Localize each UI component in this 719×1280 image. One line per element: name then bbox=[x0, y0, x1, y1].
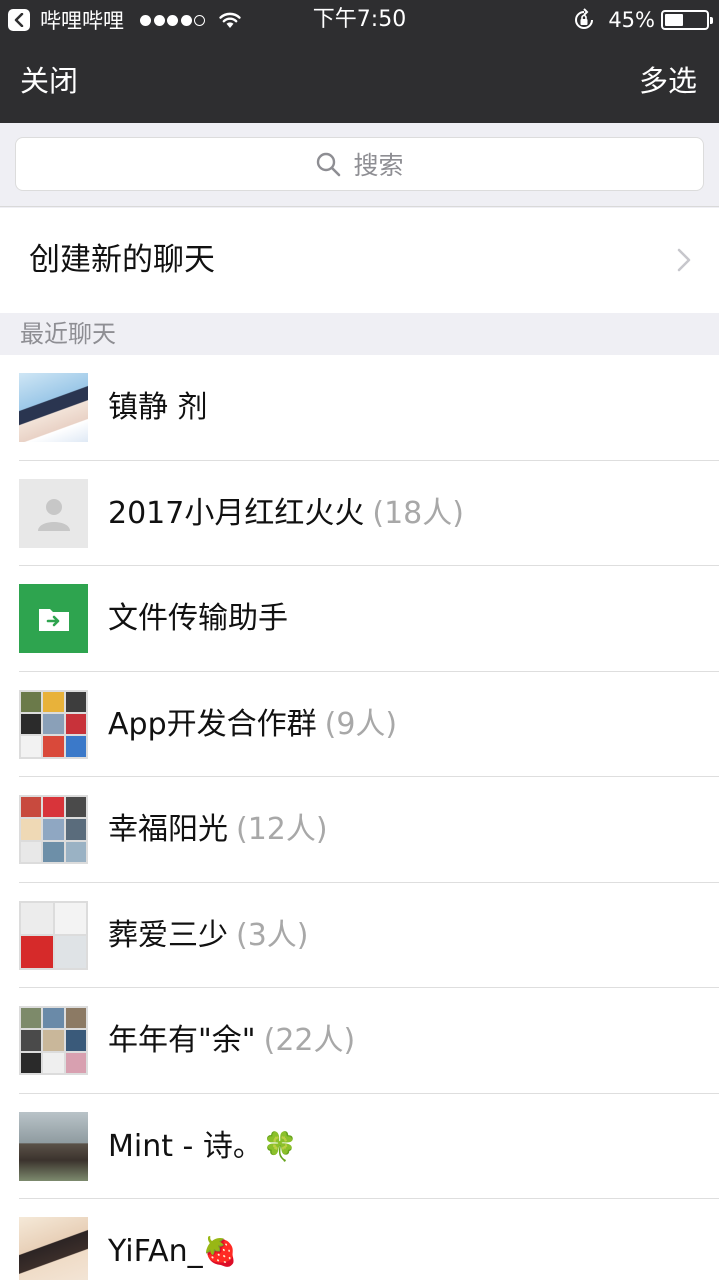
chat-name: App开发合作群 (9人) bbox=[108, 705, 397, 745]
status-bar-right: 45% bbox=[572, 6, 713, 34]
chat-name-text: Mint - 诗。 bbox=[108, 1128, 263, 1164]
chat-name: 2017小月红红火火 (18人) bbox=[108, 494, 464, 534]
avatar bbox=[19, 1217, 88, 1280]
chat-name: 年年有"余" (22人) bbox=[108, 1021, 355, 1061]
chat-name: Mint - 诗。🍀 bbox=[108, 1127, 298, 1167]
chat-name-text: 葬爱三少 bbox=[108, 917, 228, 953]
chevron-right-icon bbox=[677, 248, 691, 272]
file-transfer-icon bbox=[19, 584, 88, 653]
chat-row[interactable]: 镇静 剂 bbox=[0, 355, 719, 461]
member-count: (9人) bbox=[324, 706, 398, 742]
chat-name: 文件传输助手 bbox=[108, 601, 288, 636]
multi-select-button[interactable]: 多选 bbox=[639, 62, 697, 100]
clover-emoji: 🍀 bbox=[262, 1129, 298, 1163]
chat-name-text: 年年有"余" bbox=[108, 1023, 256, 1058]
avatar bbox=[19, 373, 88, 442]
chat-name: 镇静 剂 bbox=[108, 390, 208, 425]
status-bar: 哔哩哔哩 下午7:50 45% bbox=[0, 0, 719, 40]
chat-row[interactable]: 2017小月红红火火 (18人) bbox=[0, 460, 719, 566]
chat-name-text: 2017小月红红火火 bbox=[108, 495, 365, 531]
default-avatar-icon bbox=[19, 478, 88, 548]
member-count: (3人) bbox=[236, 917, 309, 953]
member-count: (12人) bbox=[236, 812, 328, 847]
group-avatar bbox=[19, 689, 88, 759]
strawberry-emoji: 🍓 bbox=[202, 1235, 238, 1268]
chat-name-text: 幸福阳光 bbox=[108, 812, 228, 847]
rotation-lock-icon bbox=[572, 8, 608, 32]
chat-name-text: App开发合作群 bbox=[108, 706, 317, 742]
group-avatar bbox=[19, 1006, 88, 1075]
avatar bbox=[19, 1111, 88, 1181]
group-avatar bbox=[19, 795, 88, 864]
search-input[interactable]: 搜索 bbox=[15, 137, 704, 191]
recent-chats-header: 最近聊天 bbox=[0, 313, 719, 355]
chat-row[interactable]: Mint - 诗。🍀 bbox=[0, 1093, 719, 1199]
group-avatar bbox=[19, 900, 88, 970]
nav-bar: 关闭 多选 bbox=[0, 40, 719, 123]
battery-level-fill bbox=[665, 14, 683, 26]
search-icon bbox=[317, 152, 341, 177]
chat-name-text: YiFAn_ bbox=[108, 1234, 203, 1269]
create-new-chat-label: 创建新的聊天 bbox=[29, 242, 215, 278]
chat-row[interactable]: 幸福阳光 (12人) bbox=[0, 777, 719, 883]
chat-row[interactable]: YiFAn_🍓 bbox=[0, 1199, 719, 1280]
battery-percent: 45% bbox=[608, 8, 655, 32]
member-count: (18人) bbox=[372, 495, 464, 531]
chat-name: YiFAn_🍓 bbox=[108, 1232, 238, 1272]
recent-chat-list: 镇静 剂 2017小月红红火火 (18人) 文件传输助手 App开发合作群 (9人) bbox=[0, 355, 719, 1280]
create-new-chat-row[interactable]: 创建新的聊天 bbox=[0, 208, 719, 313]
search-placeholder: 搜索 bbox=[353, 151, 404, 180]
recent-chats-label: 最近聊天 bbox=[20, 320, 116, 348]
chat-row[interactable]: App开发合作群 (9人) bbox=[0, 671, 719, 777]
chat-name: 葬爱三少 (3人) bbox=[108, 916, 309, 956]
chat-row[interactable]: 葬爱三少 (3人) bbox=[0, 882, 719, 988]
chat-name: 幸福阳光 (12人) bbox=[108, 810, 328, 850]
search-bar: 搜索 bbox=[0, 123, 719, 207]
member-count: (22人) bbox=[263, 1023, 356, 1058]
chat-row[interactable]: 年年有"余" (22人) bbox=[0, 988, 719, 1094]
chat-row[interactable]: 文件传输助手 bbox=[0, 566, 719, 672]
battery-icon bbox=[661, 10, 713, 30]
close-button[interactable]: 关闭 bbox=[20, 62, 78, 100]
